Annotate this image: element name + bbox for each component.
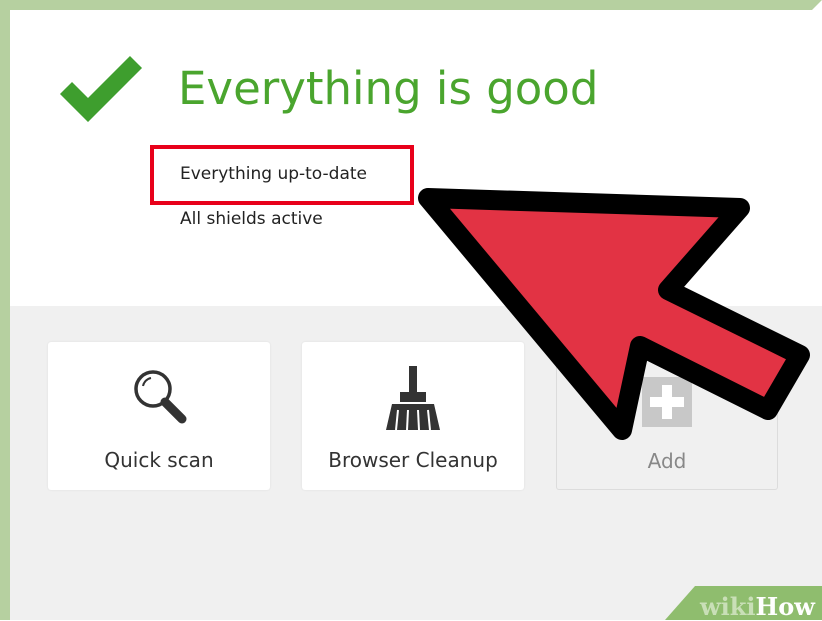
add-tile-button[interactable]: Add	[556, 342, 778, 490]
plus-icon	[642, 377, 692, 427]
quick-scan-label: Quick scan	[104, 448, 214, 472]
broom-icon	[386, 366, 440, 431]
status-title: Everything is good	[178, 62, 599, 115]
quick-scan-button[interactable]: Quick scan	[48, 342, 270, 490]
watermark-suffix: How	[755, 592, 815, 621]
status-up-to-date: Everything up-to-date	[180, 164, 367, 184]
wikihow-watermark: wikiHow	[700, 592, 815, 621]
browser-cleanup-button[interactable]: Browser Cleanup	[302, 342, 524, 490]
status-shields: All shields active	[180, 209, 323, 229]
magnifier-icon	[134, 370, 187, 424]
browser-cleanup-label: Browser Cleanup	[328, 448, 498, 472]
add-label: Add	[647, 449, 687, 473]
checkmark-icon	[59, 55, 143, 122]
watermark-prefix: wiki	[700, 592, 756, 621]
